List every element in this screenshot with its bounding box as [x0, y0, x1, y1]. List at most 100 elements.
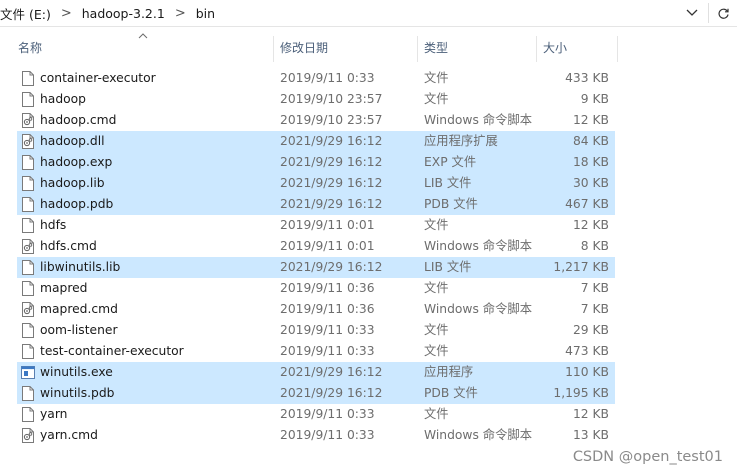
column-header-date[interactable]: 修改日期	[280, 33, 328, 63]
file-size: 9 KB	[580, 92, 609, 106]
file-icon-cell	[21, 302, 35, 317]
file-type: 文件	[424, 218, 449, 232]
file-size: 12 KB	[572, 113, 609, 127]
file-date: 2019/9/10 23:57	[280, 92, 383, 106]
file-date: 2021/9/29 16:12	[280, 155, 383, 169]
file-size: 18 KB	[572, 155, 609, 169]
column-divider[interactable]	[617, 36, 618, 62]
file-icon-cell	[21, 281, 35, 296]
cmd-script-icon	[22, 428, 34, 443]
file-icon-cell	[21, 218, 35, 233]
file-row[interactable]: hadoop.pdb 2021/9/29 16:12 PDB 文件 467 KB	[17, 194, 615, 215]
file-size: 7 KB	[580, 281, 609, 295]
file-row[interactable]: winutils.exe 2021/9/29 16:12 应用程序 110 KB	[17, 362, 615, 383]
file-name: hadoop.lib	[40, 176, 105, 190]
cmd-script-icon	[22, 302, 34, 317]
file-row[interactable]: hadoop.dll 2021/9/29 16:12 应用程序扩展 84 KB	[17, 131, 615, 152]
breadcrumb-hadoop-folder[interactable]: hadoop-3.2.1	[78, 6, 169, 21]
file-icon-cell	[21, 344, 35, 359]
file-date: 2021/9/29 16:12	[280, 260, 383, 274]
file-row[interactable]: container-executor 2019/9/11 0:33 文件 433 KB	[17, 68, 615, 89]
file-row[interactable]: yarn 2019/9/11 0:33 文件 12 KB	[17, 404, 615, 425]
file-icon	[22, 344, 34, 359]
file-date: 2019/9/11 0:33	[280, 428, 375, 442]
file-type: 应用程序扩展	[424, 134, 498, 148]
file-name: mapred.cmd	[40, 302, 118, 316]
file-size: 29 KB	[572, 323, 609, 337]
breadcrumb-bin-folder[interactable]: bin	[192, 6, 219, 21]
column-divider[interactable]	[536, 36, 537, 62]
breadcrumb-separator[interactable]: >	[55, 6, 78, 21]
file-icon-cell	[21, 134, 35, 149]
file-row[interactable]: hdfs 2019/9/11 0:01 文件 12 KB	[17, 215, 615, 236]
breadcrumb-separator[interactable]: >	[169, 6, 192, 21]
file-row[interactable]: yarn.cmd 2019/9/11 0:33 Windows 命令脚本 13 KB	[17, 425, 615, 446]
file-name: hadoop	[40, 92, 86, 106]
column-header-type[interactable]: 类型	[424, 33, 448, 63]
breadcrumb: 文件 (E:) > hadoop-3.2.1 > bin	[0, 4, 219, 22]
watermark: CSDN @open_test01	[572, 449, 723, 465]
file-name: test-container-executor	[40, 344, 184, 358]
file-date: 2019/9/11 0:33	[280, 323, 375, 337]
file-type: EXP 文件	[424, 155, 477, 169]
file-size: 1,195 KB	[553, 386, 609, 400]
file-icon	[22, 260, 34, 275]
file-type: 文件	[424, 344, 449, 358]
file-date: 2021/9/29 16:12	[280, 365, 383, 379]
refresh-icon	[718, 8, 729, 19]
file-type: 应用程序	[424, 365, 474, 379]
breadcrumb-drive[interactable]: 文件 (E:)	[0, 4, 55, 23]
file-row[interactable]: mapred 2019/9/11 0:36 文件 7 KB	[17, 278, 615, 299]
file-icon	[22, 71, 34, 86]
column-header-row: 名称 修改日期 类型 大小	[0, 33, 737, 63]
file-type: Windows 命令脚本	[424, 239, 532, 253]
file-row[interactable]: hadoop.cmd 2019/9/10 23:57 Windows 命令脚本 12 …	[17, 110, 615, 131]
file-row[interactable]: oom-listener 2019/9/11 0:33 文件 29 KB	[17, 320, 615, 341]
file-row[interactable]: mapred.cmd 2019/9/11 0:36 Windows 命令脚本 7 KB	[17, 299, 615, 320]
file-size: 433 KB	[565, 71, 609, 85]
file-size: 110 KB	[565, 365, 609, 379]
file-row[interactable]: hadoop.lib 2021/9/29 16:12 LIB 文件 30 KB	[17, 173, 615, 194]
file-icon-cell	[21, 386, 35, 401]
file-date: 2021/9/29 16:12	[280, 386, 383, 400]
file-type: 文件	[424, 92, 449, 106]
sort-ascending-icon	[138, 33, 148, 39]
file-type: 文件	[424, 323, 449, 337]
chevron-down-icon	[686, 9, 698, 16]
file-type: PDB 文件	[424, 197, 478, 211]
file-row[interactable]: hadoop.exp 2021/9/29 16:12 EXP 文件 18 KB	[17, 152, 615, 173]
file-row[interactable]: winutils.pdb 2021/9/29 16:12 PDB 文件 1,195 K…	[17, 383, 615, 404]
file-icon-cell	[21, 197, 35, 212]
refresh-button[interactable]	[708, 3, 737, 23]
column-divider[interactable]	[417, 36, 418, 62]
address-history-button[interactable]	[682, 4, 702, 22]
file-icon	[22, 281, 34, 296]
file-name: yarn.cmd	[40, 428, 98, 442]
address-bar[interactable]: 文件 (E:) > hadoop-3.2.1 > bin	[0, 0, 737, 27]
file-date: 2019/9/10 23:57	[280, 113, 383, 127]
file-type: Windows 命令脚本	[424, 302, 532, 316]
file-icon	[22, 323, 34, 338]
file-name: mapred	[40, 281, 88, 295]
file-icon	[22, 386, 34, 401]
file-icon-cell	[21, 428, 35, 443]
file-size: 467 KB	[565, 197, 609, 211]
file-name: hdfs.cmd	[40, 239, 97, 253]
file-type: 文件	[424, 281, 449, 295]
file-icon-cell	[21, 239, 35, 254]
file-size: 1,217 KB	[553, 260, 609, 274]
file-icon	[22, 197, 34, 212]
file-date: 2021/9/29 16:12	[280, 134, 383, 148]
file-row[interactable]: hadoop 2019/9/10 23:57 文件 9 KB	[17, 89, 615, 110]
file-size: 8 KB	[580, 239, 609, 253]
file-row[interactable]: test-container-executor 2019/9/11 0:33 文件 4…	[17, 341, 615, 362]
file-row[interactable]: libwinutils.lib 2021/9/29 16:12 LIB 文件 1,21…	[17, 257, 615, 278]
file-name: winutils.pdb	[40, 386, 115, 400]
file-name: hdfs	[40, 218, 67, 232]
column-header-size[interactable]: 大小	[543, 33, 567, 63]
file-date: 2019/9/11 0:33	[280, 344, 375, 358]
column-divider[interactable]	[273, 36, 274, 62]
cmd-script-icon	[22, 239, 34, 254]
file-icon-cell	[21, 323, 35, 338]
file-row[interactable]: hdfs.cmd 2019/9/11 0:01 Windows 命令脚本 8 KB	[17, 236, 615, 257]
